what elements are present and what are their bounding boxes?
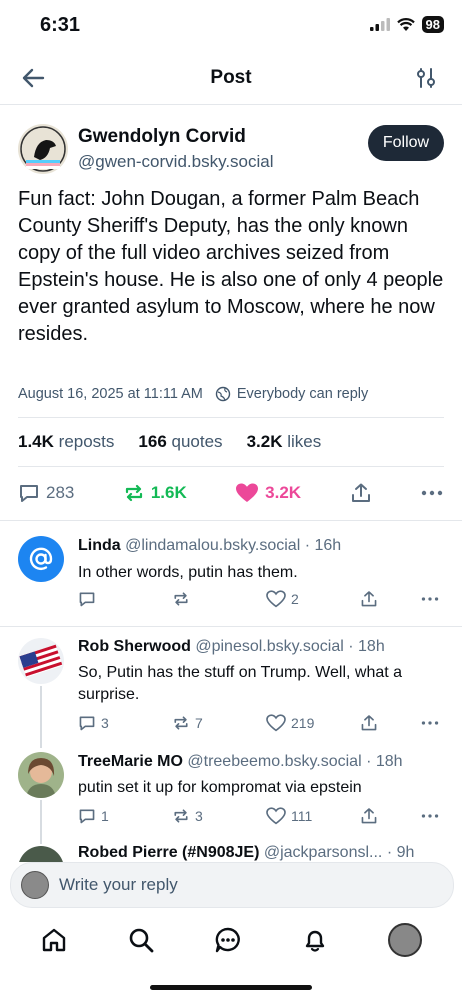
- repost-icon: [174, 716, 188, 730]
- reply-like-button[interactable]: 2: [266, 590, 318, 608]
- reply-repost-button[interactable]: 7: [172, 714, 224, 732]
- reply-comment-button[interactable]: 1: [78, 807, 130, 825]
- reply-item[interactable]: Linda @lindamalou.bsky.social · 16h In o…: [0, 520, 462, 626]
- author-avatar[interactable]: [18, 124, 68, 174]
- share-icon[interactable]: [350, 482, 372, 504]
- reply-button[interactable]: 283: [18, 482, 74, 504]
- status-time: 6:31: [40, 14, 81, 36]
- reply-like-button[interactable]: 219: [266, 714, 318, 732]
- repost-icon: [174, 809, 188, 823]
- repost-icon: [174, 592, 188, 606]
- comment-icon: [20, 485, 38, 502]
- reply-author-name[interactable]: TreeMarie MO: [78, 753, 183, 770]
- reply-header: Rob Sherwood @pinesol.bsky.social · 18h: [78, 638, 385, 656]
- reply-time: · 16h: [304, 537, 342, 554]
- bell-icon[interactable]: [301, 926, 329, 954]
- comment-icon: [79, 592, 95, 607]
- post-timestamp: August 16, 2025 at 11:11 AM: [18, 386, 203, 402]
- reply-author-name[interactable]: Linda: [78, 537, 121, 554]
- reply-repost-button[interactable]: [172, 590, 224, 608]
- reply-avatar[interactable]: [18, 846, 64, 862]
- post-text: Fun fact: John Dougan, a former Palm Bea…: [18, 188, 444, 345]
- heart-filled-icon: [236, 483, 259, 502]
- nav-bar: Post: [0, 52, 462, 105]
- post-stats: 1.4K reposts 166 quotes 3.2K likes: [18, 432, 321, 452]
- repost-button[interactable]: 1.6K: [123, 482, 187, 504]
- reply-text: putin set it up for kompromat via epstei…: [78, 779, 362, 796]
- reply-comment-button[interactable]: 3: [78, 714, 130, 732]
- author-name[interactable]: Gwendolyn Corvid: [78, 126, 246, 148]
- more-options-icon[interactable]: [420, 590, 440, 608]
- reply-header: Linda @lindamalou.bsky.social · 16h: [78, 537, 341, 555]
- battery-indicator: 98: [421, 16, 444, 33]
- divider: [18, 466, 444, 467]
- reply-comment-button[interactable]: [78, 590, 130, 608]
- divider: [18, 417, 444, 418]
- reply-item[interactable]: Rob Sherwood @pinesol.bsky.social · 18h …: [0, 626, 462, 746]
- reply-avatar[interactable]: [18, 536, 64, 582]
- profile-avatar[interactable]: [388, 923, 423, 957]
- reply-header: TreeMarie MO @treebeemo.bsky.social · 18…: [78, 753, 403, 771]
- reposts-stat[interactable]: 1.4K reposts: [18, 432, 114, 452]
- reply-item[interactable]: TreeMarie MO @treebeemo.bsky.social · 18…: [0, 748, 462, 840]
- at-sign-icon: [29, 547, 53, 571]
- more-options-icon[interactable]: [420, 714, 440, 732]
- reply-author-name[interactable]: Rob Sherwood: [78, 638, 191, 655]
- search-icon[interactable]: [127, 926, 155, 954]
- globe-icon: [215, 386, 231, 402]
- home-icon[interactable]: [40, 926, 68, 954]
- reply-item[interactable]: Robed Pierre (#N908JE) @jackparsonsl... …: [0, 842, 462, 862]
- tab-bar: [0, 912, 462, 968]
- quotes-stat[interactable]: 166 quotes: [138, 432, 222, 452]
- share-icon[interactable]: [360, 807, 378, 825]
- reply-author-handle[interactable]: @pinesol.bsky.social: [195, 638, 343, 655]
- comment-icon: [79, 716, 95, 731]
- page-title: Post: [210, 67, 252, 88]
- reply-avatar[interactable]: [18, 752, 64, 798]
- reply-author-handle[interactable]: @lindamalou.bsky.social: [125, 537, 300, 554]
- reply-text: So, Putin has the stuff on Trump. Well, …: [78, 664, 403, 703]
- heart-icon: [266, 590, 286, 608]
- share-icon[interactable]: [360, 590, 378, 608]
- comment-icon: [79, 809, 95, 824]
- more-options-icon[interactable]: [420, 482, 444, 504]
- reply-author-handle[interactable]: @jackparsonsl...: [264, 844, 383, 861]
- post-actions: 283 1.6K 3.2K: [18, 482, 444, 504]
- reply-composer[interactable]: Write your reply: [10, 862, 454, 908]
- wifi-icon: [396, 17, 415, 31]
- composer-avatar: [21, 871, 49, 899]
- chat-icon[interactable]: [214, 926, 242, 954]
- home-indicator: [150, 985, 312, 990]
- reply-repost-button[interactable]: 3: [172, 807, 224, 825]
- likes-stat[interactable]: 3.2K likes: [247, 432, 322, 452]
- heart-icon: [266, 714, 286, 732]
- reply-text: In other words, putin has them.: [78, 564, 298, 581]
- signal-icon: [369, 18, 390, 31]
- reply-like-button[interactable]: 111: [266, 807, 318, 825]
- reply-input-placeholder[interactable]: Write your reply: [59, 875, 178, 895]
- like-button[interactable]: 3.2K: [235, 482, 301, 504]
- sliders-icon[interactable]: [416, 66, 436, 90]
- reply-actions: 2: [78, 590, 440, 608]
- reply-actions: 1 3 111: [78, 807, 440, 825]
- reply-actions: 3 7 219: [78, 714, 440, 732]
- share-icon[interactable]: [360, 714, 378, 732]
- reply-author-name[interactable]: Robed Pierre (#N908JE): [78, 844, 259, 861]
- reply-time: · 18h: [348, 638, 385, 655]
- reply-setting[interactable]: Everybody can reply: [237, 386, 368, 402]
- post-meta: August 16, 2025 at 11:11 AM Everybody ca…: [18, 386, 368, 402]
- reply-time: · 18h: [366, 753, 403, 770]
- reply-avatar[interactable]: [18, 638, 64, 684]
- repost-icon: [125, 484, 142, 502]
- follow-button[interactable]: Follow: [368, 125, 444, 161]
- author-handle[interactable]: @gwen-corvid.bsky.social: [78, 152, 274, 172]
- more-options-icon[interactable]: [420, 807, 440, 825]
- reply-author-handle[interactable]: @treebeemo.bsky.social: [187, 753, 361, 770]
- status-icons: 98: [369, 16, 444, 33]
- reply-time: · 9h: [386, 844, 415, 861]
- reply-header: Robed Pierre (#N908JE) @jackparsonsl... …: [78, 844, 414, 862]
- heart-icon: [266, 807, 286, 825]
